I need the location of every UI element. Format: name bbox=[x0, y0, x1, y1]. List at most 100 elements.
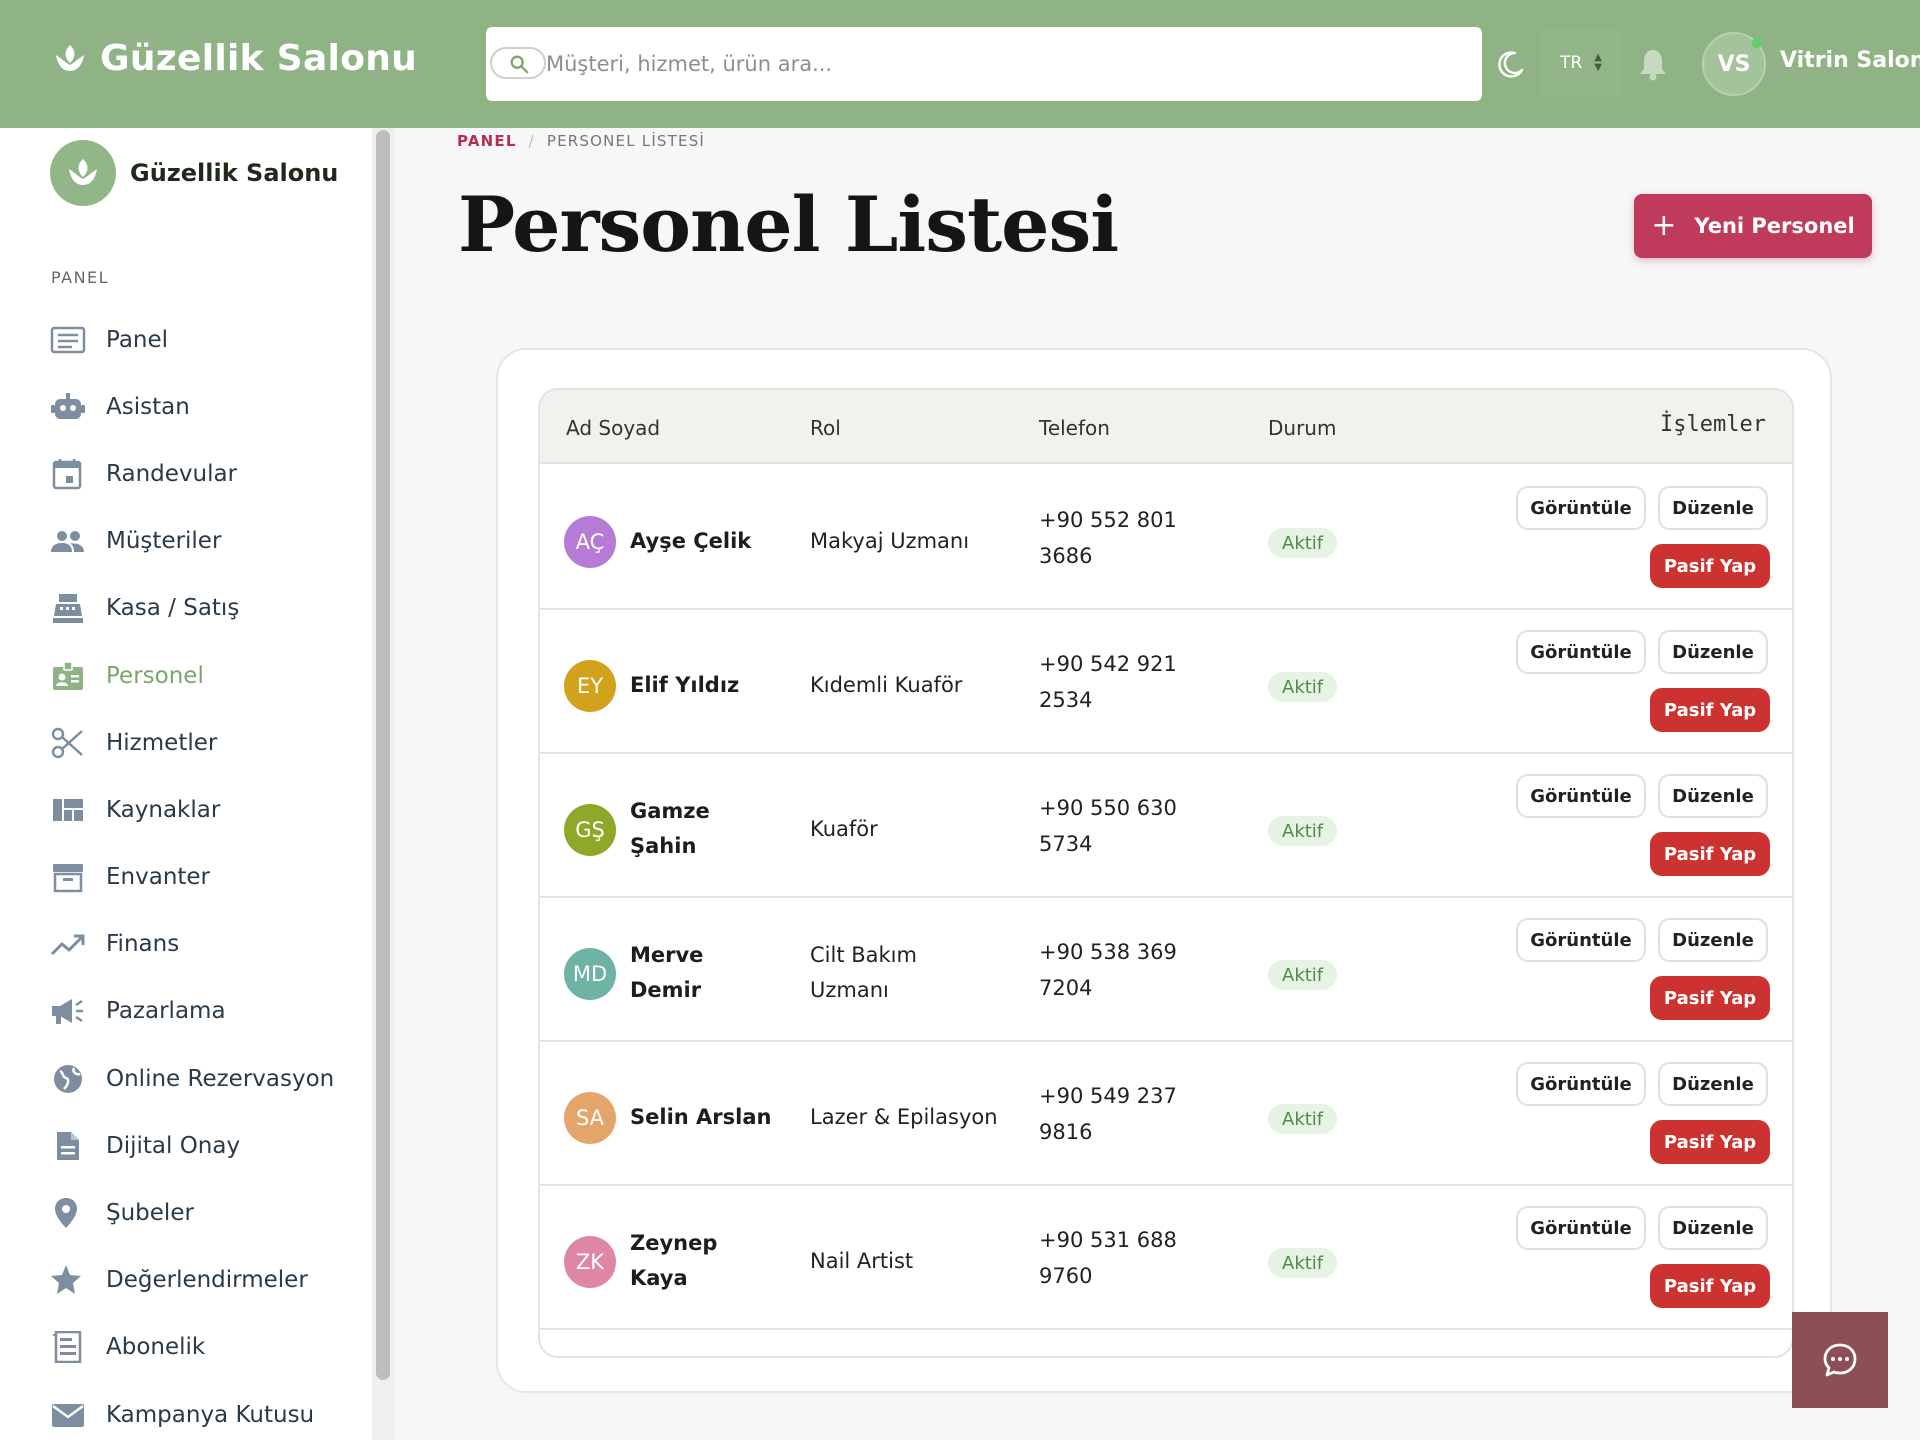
edit-button[interactable]: Düzenle bbox=[1658, 1206, 1768, 1250]
staff-avatar: MD bbox=[564, 948, 616, 1000]
edit-button[interactable]: Düzenle bbox=[1658, 630, 1768, 674]
header-brand-text: Güzellik Salonu bbox=[100, 38, 418, 79]
grid-icon bbox=[53, 798, 83, 821]
staff-role: Cilt Bakım Uzmanı bbox=[810, 938, 917, 1008]
staff-phone-line: +90 542 921 bbox=[1039, 652, 1177, 676]
staff-name: Ayşe Çelik bbox=[630, 524, 751, 559]
view-button[interactable]: Görüntüle bbox=[1516, 1062, 1646, 1106]
breadcrumb: PANEL / PERSONEL LİSTESİ bbox=[457, 132, 705, 150]
deactivate-button[interactable]: Pasif Yap bbox=[1650, 1264, 1770, 1308]
sidebar-scroll-thumb[interactable] bbox=[376, 130, 390, 1380]
staff-role-line: Lazer & Epilasyon bbox=[810, 1105, 998, 1129]
staff-avatar: GŞ bbox=[564, 804, 616, 856]
sidebar-item-asistan[interactable]: Asistan bbox=[50, 373, 334, 440]
dashboard-icon bbox=[50, 326, 86, 353]
sidebar-item-hizmetler[interactable]: Hizmetler bbox=[50, 709, 334, 776]
view-button[interactable]: Görüntüle bbox=[1516, 918, 1646, 962]
staff-phone-line: +90 531 688 bbox=[1039, 1228, 1177, 1252]
staff-phone-line: 9816 bbox=[1039, 1120, 1093, 1144]
column-header-phone[interactable]: Telefon bbox=[1039, 416, 1110, 440]
sidebar-item-degerlendirmeler[interactable]: Değerlendirmeler bbox=[50, 1247, 334, 1314]
robot-icon bbox=[51, 392, 85, 419]
sidebar-item-kasa[interactable]: Kasa / Satış bbox=[50, 575, 334, 642]
staff-phone-line: +90 549 237 bbox=[1039, 1084, 1177, 1108]
deactivate-button[interactable]: Pasif Yap bbox=[1650, 1120, 1770, 1164]
language-value: TR bbox=[1560, 53, 1583, 73]
table-row: EY Elif Yıldız Kıdemli Kuaför +90 542 921 25… bbox=[540, 610, 1792, 754]
trending-up-icon bbox=[50, 934, 85, 956]
select-arrows-icon: ▲ ▼ bbox=[1594, 52, 1602, 73]
staff-phone: +90 542 921 2534 bbox=[1039, 646, 1189, 718]
staff-name-line: Şahin bbox=[630, 834, 697, 858]
view-button[interactable]: Görüntüle bbox=[1516, 774, 1646, 818]
staff-phone: +90 549 237 9816 bbox=[1039, 1078, 1189, 1150]
user-name[interactable]: Vitrin Salon bbox=[1780, 48, 1920, 73]
edit-button[interactable]: Düzenle bbox=[1658, 774, 1768, 818]
column-header-status[interactable]: Durum bbox=[1268, 416, 1336, 440]
sidebar-item-kampanya-kutusu[interactable]: Kampanya Kutusu bbox=[50, 1381, 334, 1440]
people-icon bbox=[51, 531, 84, 553]
staff-role-line: Kuaför bbox=[810, 817, 878, 841]
sidebar-item-label: Kaynaklar bbox=[106, 796, 221, 823]
sidebar-item-musteriler[interactable]: Müşteriler bbox=[50, 508, 334, 575]
sidebar-brand[interactable]: Güzellik Salonu bbox=[50, 140, 338, 206]
search-box[interactable] bbox=[486, 27, 1482, 101]
table-row: GŞ Gamze Şahin Kuaför +90 550 630 5734 Aktif Gö… bbox=[540, 754, 1792, 898]
staff-phone-line: 3686 bbox=[1039, 544, 1093, 568]
column-header-role[interactable]: Rol bbox=[810, 416, 841, 440]
sidebar-scrollbar[interactable] bbox=[372, 128, 394, 1440]
new-staff-button[interactable]: + Yeni Personel bbox=[1634, 194, 1872, 258]
sidebar: Güzellik Salonu PANEL Panel Asistan Rand… bbox=[0, 128, 372, 1440]
language-select[interactable]: TR ▲ ▼ bbox=[1540, 30, 1622, 96]
breadcrumb-root-link[interactable]: PANEL bbox=[457, 132, 517, 150]
dark-mode-toggle-icon[interactable] bbox=[1495, 48, 1527, 80]
mail-icon bbox=[52, 1403, 84, 1427]
user-avatar[interactable]: VS bbox=[1702, 32, 1766, 96]
staff-name-line: Demir bbox=[630, 978, 702, 1002]
staff-role: Makyaj Uzmanı bbox=[810, 524, 969, 559]
staff-table: Ad Soyad Rol Telefon Durum İşlemler AÇ Ay… bbox=[538, 388, 1794, 1358]
view-button[interactable]: Görüntüle bbox=[1516, 630, 1646, 674]
staff-phone: +90 538 369 7204 bbox=[1039, 934, 1189, 1006]
staff-role-line: Uzmanı bbox=[810, 978, 889, 1002]
chat-button[interactable] bbox=[1792, 1312, 1888, 1408]
sidebar-item-label: Finans bbox=[106, 931, 180, 958]
search-input[interactable] bbox=[546, 39, 1446, 89]
sidebar-item-label: Kampanya Kutusu bbox=[106, 1401, 315, 1428]
staff-phone-line: 9760 bbox=[1039, 1264, 1093, 1288]
sidebar-item-online-rezervasyon[interactable]: Online Rezervasyon bbox=[50, 1045, 334, 1112]
sidebar-item-pazarlama[interactable]: Pazarlama bbox=[50, 978, 334, 1045]
sidebar-item-abonelik[interactable]: Abonelik bbox=[50, 1314, 334, 1381]
sidebar-item-subeler[interactable]: Şubeler bbox=[50, 1179, 334, 1246]
sidebar-item-personel[interactable]: Personel bbox=[50, 642, 334, 709]
sidebar-item-kaynaklar[interactable]: Kaynaklar bbox=[50, 776, 334, 843]
sidebar-item-label: Abonelik bbox=[106, 1334, 206, 1361]
sidebar-item-label: Pazarlama bbox=[106, 998, 226, 1025]
notification-bell-icon[interactable] bbox=[1636, 46, 1670, 82]
staff-role-line: Makyaj Uzmanı bbox=[810, 529, 970, 553]
staff-role: Kuaför bbox=[810, 812, 878, 847]
sidebar-item-envanter[interactable]: Envanter bbox=[50, 844, 334, 911]
megaphone-icon bbox=[52, 999, 83, 1025]
deactivate-button[interactable]: Pasif Yap bbox=[1650, 976, 1770, 1020]
deactivate-button[interactable]: Pasif Yap bbox=[1650, 688, 1770, 732]
sidebar-menu: Panel Asistan Randevular Müşteriler Kasa… bbox=[50, 306, 334, 1440]
sidebar-item-label: Personel bbox=[106, 662, 204, 689]
edit-button[interactable]: Düzenle bbox=[1658, 1062, 1768, 1106]
column-header-name[interactable]: Ad Soyad bbox=[566, 416, 660, 440]
header-brand[interactable]: Güzellik Salonu bbox=[50, 38, 417, 79]
staff-table-card: Ad Soyad Rol Telefon Durum İşlemler AÇ Ay… bbox=[496, 348, 1832, 1393]
sidebar-item-panel[interactable]: Panel bbox=[50, 306, 334, 373]
view-button[interactable]: Görüntüle bbox=[1516, 1206, 1646, 1250]
deactivate-button[interactable]: Pasif Yap bbox=[1650, 832, 1770, 876]
sidebar-item-randevular[interactable]: Randevular bbox=[50, 440, 334, 507]
staff-avatar: ZK bbox=[564, 1236, 616, 1288]
staff-name-line: Kaya bbox=[630, 1266, 688, 1290]
deactivate-button[interactable]: Pasif Yap bbox=[1650, 544, 1770, 588]
edit-button[interactable]: Düzenle bbox=[1658, 486, 1768, 530]
sidebar-item-finans[interactable]: Finans bbox=[50, 911, 334, 978]
sidebar-item-dijital-onay[interactable]: Dijital Onay bbox=[50, 1112, 334, 1179]
view-button[interactable]: Görüntüle bbox=[1516, 486, 1646, 530]
edit-button[interactable]: Düzenle bbox=[1658, 918, 1768, 962]
sidebar-item-label: Değerlendirmeler bbox=[106, 1267, 308, 1294]
